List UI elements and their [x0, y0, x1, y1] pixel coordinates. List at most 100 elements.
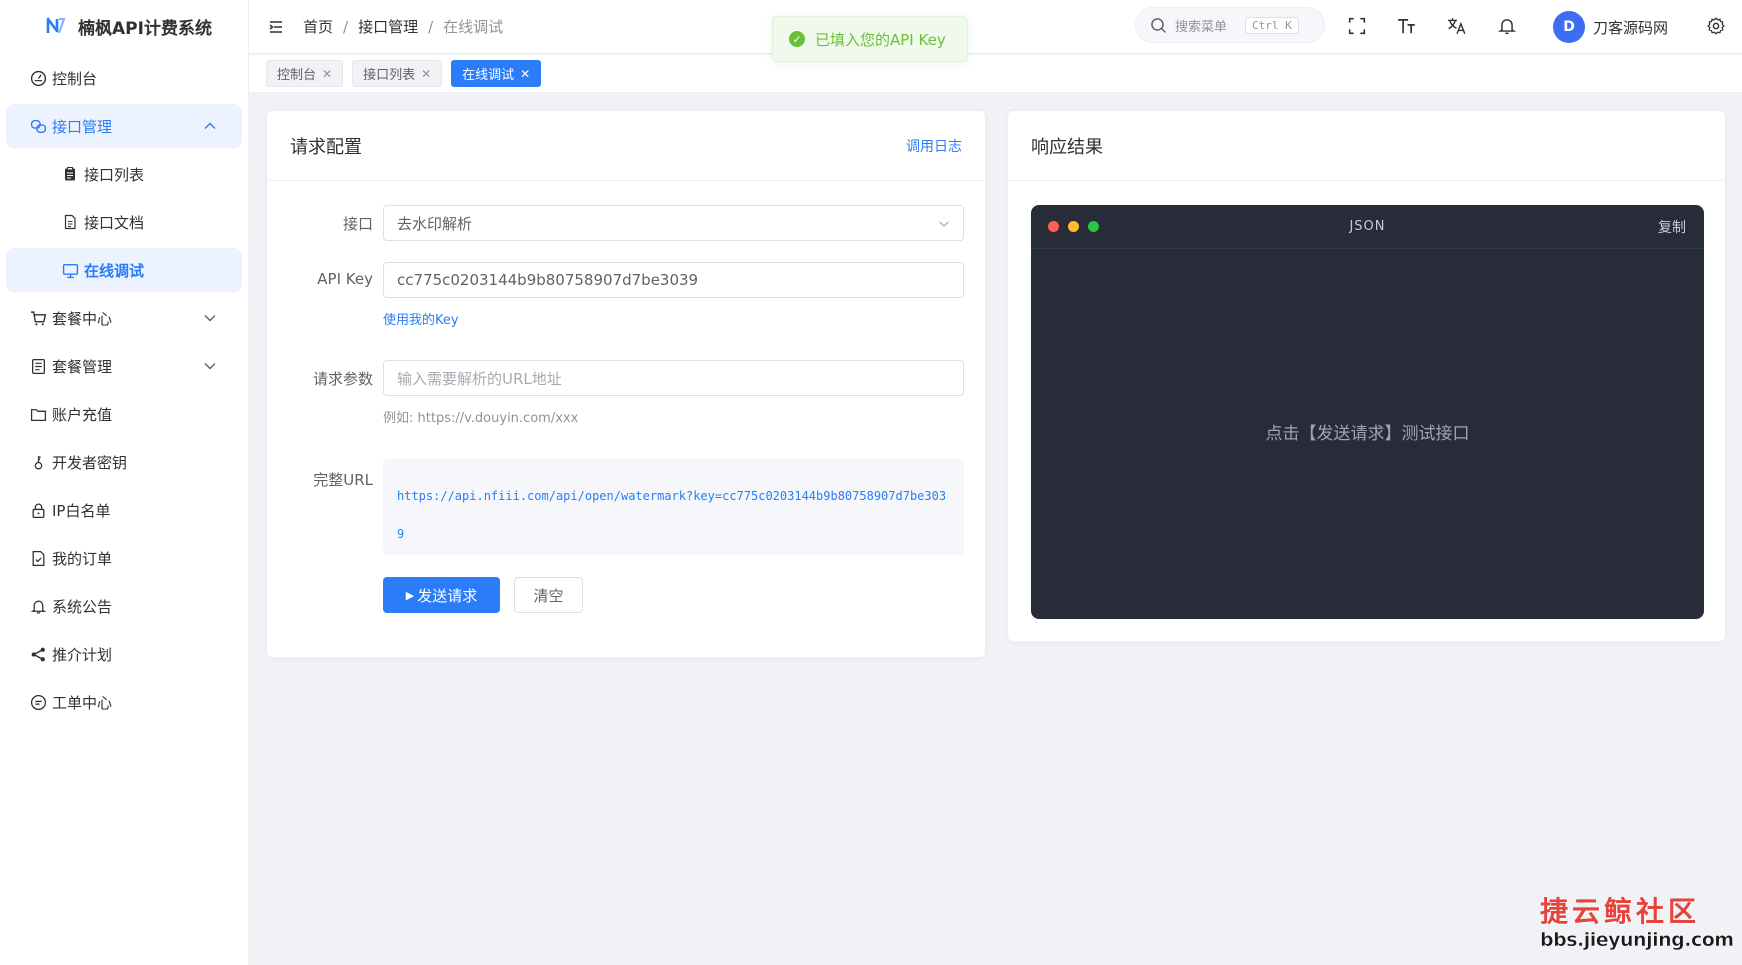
sidebar-item-api-list[interactable]: 接口列表: [6, 152, 242, 196]
json-terminal: JSON 复制 点击【发送请求】测试接口: [1031, 205, 1704, 619]
use-my-key-link[interactable]: 使用我的Key: [383, 309, 459, 328]
sidebar-item-label: 开发者密钥: [52, 453, 128, 472]
key-icon: [28, 452, 48, 472]
sidebar-item-recharge[interactable]: 账户充值: [6, 392, 242, 436]
toast-message: 已填入您的API Key: [815, 30, 946, 49]
card-title: 响应结果: [1031, 136, 1103, 158]
sidebar-item-ip-whitelist[interactable]: IP白名单: [6, 488, 242, 532]
clear-button[interactable]: 清空: [514, 577, 583, 613]
monitor-icon: [60, 260, 80, 280]
response-empty-text: 点击【发送请求】测试接口: [1265, 424, 1470, 444]
sidebar-item-label: 推介计划: [52, 645, 113, 664]
brand-logo-icon: [44, 14, 68, 38]
params-label: 请求参数: [312, 370, 373, 388]
order-icon: [28, 548, 48, 568]
watermark-title: 捷云鲸社区: [1540, 895, 1701, 928]
send-request-button[interactable]: ▶ 发送请求: [383, 577, 500, 613]
sidebar-item-api-docs[interactable]: 接口文档: [6, 200, 242, 244]
breadcrumb-home[interactable]: 首页: [303, 16, 333, 37]
sidebar-item-announcements[interactable]: 系统公告: [6, 584, 242, 628]
top-header: 首页 / 接口管理 / 在线调试 搜索菜单 Ctrl K D 刀客源码网: [249, 0, 1742, 54]
chevron-down-icon: [202, 358, 218, 374]
sidebar-item-label: 系统公告: [52, 597, 113, 616]
sidebar-item-label: 套餐中心: [52, 309, 113, 328]
brand[interactable]: 楠枫API计费系统: [0, 0, 248, 52]
sidebar: 楠枫API计费系统 控制台 接口管理 接口列表 接口文档 在线调试 套餐中心 套…: [0, 0, 249, 965]
request-config-card: 请求配置 调用日志 接口 去水印解析 API Key cc775c0203144…: [266, 110, 986, 658]
params-input[interactable]: 输入需要解析的URL地址: [383, 360, 964, 396]
tag-label: 接口列表: [363, 68, 416, 83]
translate-icon[interactable]: [1445, 14, 1469, 38]
fullscreen-icon[interactable]: [1345, 14, 1369, 38]
settings-gear-icon[interactable]: [1704, 14, 1728, 38]
full-url-label: 完整URL: [313, 471, 373, 489]
terminal-title: JSON: [1349, 219, 1386, 234]
breadcrumb-current: 在线调试: [443, 18, 504, 36]
app-title: 楠枫API计费系统: [78, 18, 212, 39]
breadcrumb-separator: /: [428, 17, 434, 36]
close-icon[interactable]: ✕: [520, 67, 530, 81]
sidebar-item-package-center[interactable]: 套餐中心: [6, 296, 242, 340]
card-header: 响应结果: [1008, 111, 1725, 181]
full-url-display: https://api.nfiii.com/api/open/watermark…: [383, 459, 964, 555]
api-select-value: 去水印解析: [397, 214, 473, 233]
send-request-label: 发送请求: [417, 586, 478, 605]
api-label: 接口: [342, 215, 373, 233]
sidebar-item-tickets[interactable]: 工单中心: [6, 680, 242, 724]
bell-icon: [28, 596, 48, 616]
sidebar-menu: 控制台 接口管理 接口列表 接口文档 在线调试 套餐中心 套餐管理 账户充值 开…: [0, 56, 248, 724]
wallet-icon: [28, 404, 48, 424]
share-icon: [28, 644, 48, 664]
tag-dashboard[interactable]: 控制台 ✕: [266, 60, 344, 87]
chevron-up-icon: [202, 118, 218, 134]
sidebar-item-label: 工单中心: [52, 693, 113, 712]
sidebar-item-package-management[interactable]: 套餐管理: [6, 344, 242, 388]
tag-label: 在线调试: [462, 68, 515, 83]
dashboard-icon: [28, 68, 48, 88]
sidebar-item-developer-key[interactable]: 开发者密钥: [6, 440, 242, 484]
chevron-down-icon: [202, 310, 218, 326]
success-toast: ✓ 已填入您的API Key: [772, 16, 968, 62]
watermark-url: bbs.jieyunjing.com: [1540, 929, 1735, 952]
api-select[interactable]: 去水印解析: [383, 205, 964, 241]
search-icon: [1151, 17, 1166, 33]
font-size-icon[interactable]: [1395, 14, 1419, 38]
tags-bar: 控制台 ✕ 接口列表 ✕ 在线调试 ✕: [249, 55, 1742, 93]
sidebar-item-dashboard[interactable]: 控制台: [6, 56, 242, 100]
sidebar-item-label: 套餐管理: [52, 357, 113, 376]
copy-button[interactable]: 复制: [1658, 217, 1686, 237]
breadcrumb: 首页 / 接口管理 / 在线调试: [303, 16, 503, 37]
menu-search[interactable]: 搜索菜单 Ctrl K: [1135, 7, 1325, 43]
sidebar-item-referral[interactable]: 推介计划: [6, 632, 242, 676]
play-icon: ▶: [405, 588, 415, 602]
breadcrumb-api-management[interactable]: 接口管理: [358, 16, 418, 37]
collapse-menu-icon[interactable]: [265, 16, 287, 38]
sidebar-item-my-orders[interactable]: 我的订单: [6, 536, 242, 580]
sidebar-item-online-debug[interactable]: 在线调试: [6, 248, 242, 292]
sidebar-item-label: 接口列表: [84, 165, 145, 184]
tag-api-list[interactable]: 接口列表 ✕: [352, 60, 443, 87]
list-icon: [28, 356, 48, 376]
call-log-link[interactable]: 调用日志: [906, 136, 962, 156]
tag-online-debug[interactable]: 在线调试 ✕: [451, 60, 542, 87]
card-header: 请求配置 调用日志: [267, 111, 985, 181]
sidebar-item-api-management[interactable]: 接口管理: [6, 104, 242, 148]
api-key-label: API Key: [317, 270, 373, 288]
user-menu[interactable]: D 刀客源码网: [1553, 11, 1668, 43]
close-icon[interactable]: ✕: [421, 67, 431, 81]
notification-bell-icon[interactable]: [1495, 14, 1519, 38]
clipboard-icon: [60, 164, 80, 184]
search-shortcut: Ctrl K: [1245, 16, 1299, 34]
user-name: 刀客源码网: [1593, 18, 1669, 37]
sidebar-item-label: IP白名单: [52, 501, 111, 520]
check-circle-icon: ✓: [789, 31, 805, 47]
breadcrumb-separator: /: [343, 17, 349, 36]
clear-label: 清空: [533, 586, 564, 605]
api-icon: [28, 116, 48, 136]
close-icon[interactable]: ✕: [322, 67, 332, 81]
api-key-input[interactable]: cc775c0203144b9b80758907d7be3039: [383, 262, 964, 298]
search-placeholder: 搜索菜单: [1175, 19, 1228, 35]
sidebar-item-label: 账户充值: [52, 405, 113, 424]
sidebar-item-label: 在线调试: [84, 261, 145, 280]
chat-icon: [28, 692, 48, 712]
